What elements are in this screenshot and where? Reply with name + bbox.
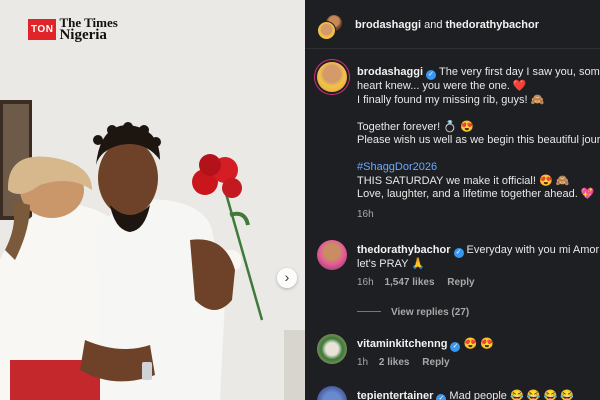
avatar[interactable] bbox=[317, 386, 347, 400]
avatar[interactable] bbox=[317, 240, 347, 270]
caption-line: Love, laughter, and a lifetime together … bbox=[357, 188, 595, 200]
logo-line2: Nigeria bbox=[59, 27, 107, 43]
comment-body: vitaminkitchenng ✓ 😍 😍 1h 2 likes Reply bbox=[357, 338, 600, 370]
couple-photo-illustration bbox=[0, 0, 305, 400]
verified-icon: ✓ bbox=[450, 342, 461, 352]
comment-meta: 1h 2 likes Reply bbox=[357, 356, 600, 370]
avatar[interactable] bbox=[317, 334, 347, 364]
comment-username[interactable]: thedorathybachor bbox=[357, 244, 451, 256]
caption-line: Together forever! 💍 😍 bbox=[357, 120, 474, 133]
logo-wordmark: The Times Nigeria bbox=[59, 16, 117, 43]
divider bbox=[357, 311, 381, 312]
timestamp: 16h bbox=[357, 208, 374, 220]
caption-line: THIS SATURDAY we make it official! 😍 🙈 bbox=[357, 174, 570, 187]
timestamp: 1h bbox=[357, 357, 369, 368]
caption-username[interactable]: brodashaggi bbox=[357, 66, 423, 78]
logo-badge: TON bbox=[28, 18, 57, 40]
comment-text: Everyday with you mi Amor bbox=[466, 244, 600, 256]
timestamp: 16h bbox=[357, 276, 374, 288]
post-header: brodashaggi and thedorathybachor bbox=[305, 0, 600, 49]
comment-text: 😍 😍 bbox=[463, 338, 494, 350]
verified-icon: ✓ bbox=[453, 248, 464, 258]
comment-meta: 16h 1,547 likes Reply bbox=[357, 276, 600, 290]
avatar bbox=[317, 21, 336, 40]
comment-text: Mad people 😂 😂 😂 😂 bbox=[449, 390, 574, 400]
caption-body: brodashaggi ✓ The very first day I saw you… bbox=[357, 66, 600, 221]
comment-body: tepientertainer ✓ Mad people 😂 😂 😂 😂 bbox=[357, 390, 600, 400]
header-username-2[interactable]: thedorathybachor bbox=[446, 19, 540, 31]
likes-count[interactable]: 1,547 likes bbox=[384, 277, 434, 288]
header-username-1[interactable]: brodashaggi bbox=[355, 19, 421, 31]
comment-username[interactable]: vitaminkitchenng bbox=[357, 338, 447, 350]
caption-line bbox=[357, 148, 600, 162]
reply-button[interactable]: Reply bbox=[447, 277, 474, 288]
reply-button[interactable]: Reply bbox=[422, 357, 449, 368]
post-authors: brodashaggi and thedorathybachor bbox=[355, 19, 539, 31]
carousel-next-button[interactable]: › bbox=[277, 268, 297, 288]
caption-line: I finally found my missing rib, guys! 🙈 bbox=[357, 93, 545, 106]
caption-line: Please wish us well as we begin this bea… bbox=[357, 134, 600, 146]
verified-icon: ✓ bbox=[426, 70, 437, 80]
caption-line: heart knew... you were the one. ❤️ bbox=[357, 80, 527, 92]
hashtag-link[interactable]: #ShaggDor2026 bbox=[357, 161, 600, 175]
caption-line: brodashaggi ✓ The very first day I saw you… bbox=[357, 66, 600, 80]
caption-line bbox=[357, 107, 600, 121]
likes-count[interactable]: 2 likes bbox=[379, 357, 410, 368]
collab-avatars[interactable] bbox=[317, 14, 343, 40]
avatar[interactable] bbox=[317, 62, 347, 92]
times-nigeria-logo: TON The Times Nigeria bbox=[28, 16, 118, 43]
comment-body: thedorathybachor ✓ Everyday with you mi Am… bbox=[357, 244, 600, 289]
view-replies-button[interactable]: View replies (27) bbox=[357, 307, 469, 318]
comment-text: let's PRAY 🙏 bbox=[357, 258, 425, 270]
comments-panel: brodashaggi and thedorathybachor brodash… bbox=[305, 0, 600, 400]
comment-username[interactable]: tepientertainer bbox=[357, 390, 433, 400]
caption-meta: 16h bbox=[357, 208, 600, 222]
verified-icon: ✓ bbox=[436, 394, 447, 400]
header-connector: and bbox=[424, 19, 443, 31]
post-photo: TON The Times Nigeria › bbox=[0, 0, 305, 400]
